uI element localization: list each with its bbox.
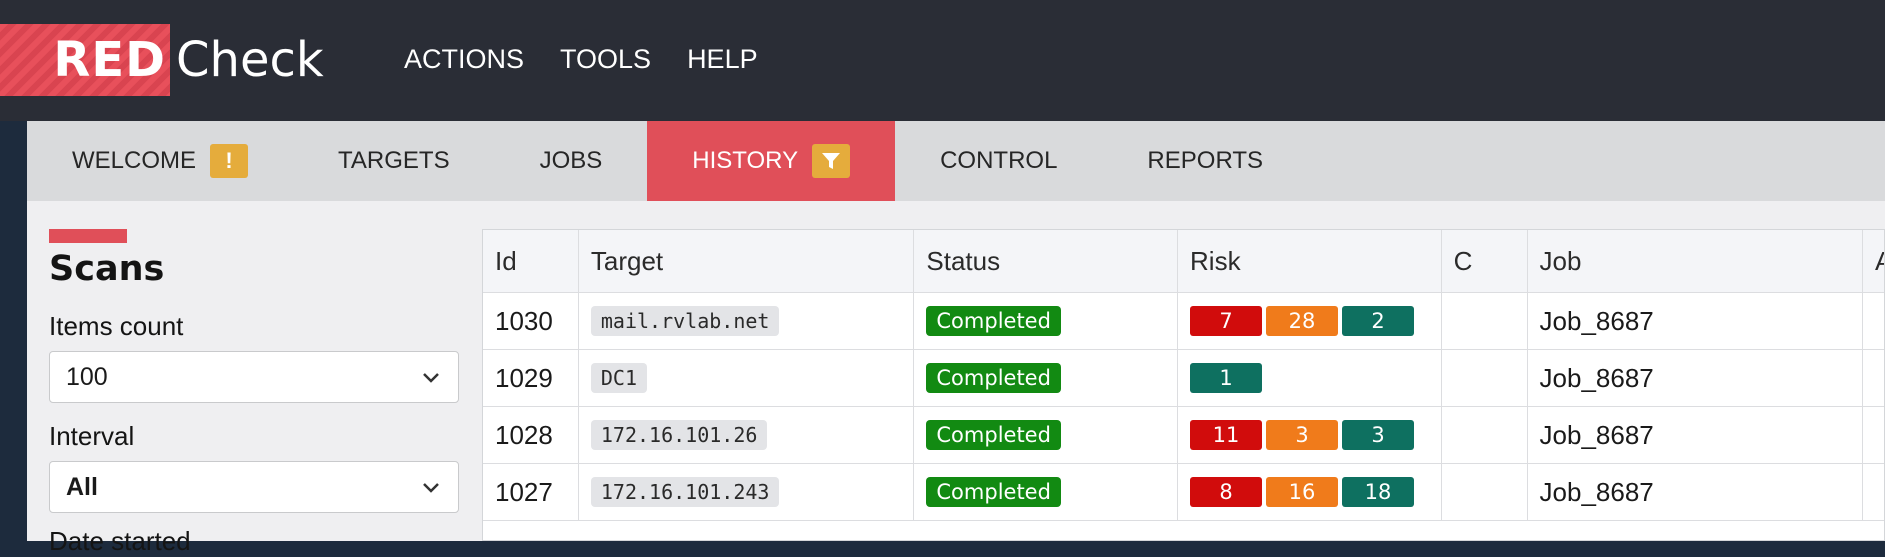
risk-high-badge: 7 [1190, 306, 1263, 336]
chevron-down-icon [423, 373, 439, 383]
row-extra [1863, 293, 1884, 349]
main-menu: ACTIONS TOOLS HELP [404, 44, 758, 75]
logo-red-part: RED [0, 24, 170, 96]
risk-low-badge: 18 [1342, 477, 1415, 507]
risk-badges: 1 [1190, 363, 1263, 393]
tab-jobs-label: JOBS [539, 147, 603, 174]
warning-badge: ! [210, 144, 249, 178]
column-header-id[interactable]: Id [483, 230, 579, 292]
target-chip[interactable]: 172.16.101.243 [590, 477, 780, 507]
row-c [1442, 464, 1528, 520]
tab-history-label: HISTORY [692, 147, 799, 174]
row-job: Job_8687 [1528, 464, 1864, 520]
column-header-c[interactable]: C [1442, 230, 1528, 292]
status-badge: Completed [926, 420, 1061, 450]
column-header-risk[interactable]: Risk [1178, 230, 1442, 292]
table-row[interactable]: 1029 DC1 Completed 1 Job_8687 [483, 350, 1884, 407]
target-chip[interactable]: 172.16.101.26 [590, 420, 768, 450]
date-started-label: Date started [49, 526, 191, 556]
row-risk: 1 [1178, 350, 1442, 406]
status-badge: Completed [926, 477, 1061, 507]
logo-check-part: Check [176, 32, 324, 88]
row-risk: 8 16 18 [1178, 464, 1442, 520]
row-c [1442, 350, 1528, 406]
row-status: Completed [914, 407, 1179, 463]
interval-select[interactable]: All [49, 461, 459, 513]
tab-history[interactable]: HISTORY [647, 121, 896, 201]
risk-badges: 8 16 18 [1190, 477, 1415, 507]
app-logo[interactable]: RED Check [0, 24, 324, 96]
table-row[interactable]: 1030 mail.rvlab.net Completed 7 28 2 Job… [483, 293, 1884, 350]
risk-high-badge: 11 [1190, 420, 1263, 450]
target-chip[interactable]: mail.rvlab.net [590, 306, 780, 336]
row-id: 1028 [483, 407, 579, 463]
row-extra [1863, 407, 1884, 463]
row-id: 1030 [483, 293, 579, 349]
column-header-target[interactable]: Target [579, 230, 915, 292]
risk-badges: 7 28 2 [1190, 306, 1415, 336]
risk-medium-badge: 28 [1266, 306, 1339, 336]
row-job: Job_8687 [1528, 293, 1864, 349]
tab-reports-label: REPORTS [1147, 147, 1264, 174]
menu-tools[interactable]: TOOLS [560, 44, 651, 75]
tab-bar: WELCOME ! TARGETS JOBS HISTORY CONTROL R… [27, 121, 1885, 201]
row-status: Completed [914, 350, 1179, 406]
table-row[interactable]: 1027 172.16.101.243 Completed 8 16 18 Jo… [483, 464, 1884, 521]
row-extra [1863, 350, 1884, 406]
row-risk: 11 3 3 [1178, 407, 1442, 463]
menu-help[interactable]: HELP [687, 44, 758, 75]
row-target: mail.rvlab.net [579, 293, 915, 349]
top-bar: RED Check ACTIONS TOOLS HELP [0, 0, 1885, 121]
interval-value: All [66, 472, 98, 501]
row-status: Completed [914, 293, 1179, 349]
tab-reports[interactable]: REPORTS [1102, 121, 1308, 201]
row-c [1442, 407, 1528, 463]
target-chip[interactable]: DC1 [590, 363, 647, 393]
interval-label: Interval [49, 421, 135, 451]
tab-welcome-label: WELCOME [72, 147, 197, 174]
risk-high-badge: 8 [1190, 477, 1263, 507]
content-area: Scans Items count 100 Interval All Date … [27, 201, 1885, 556]
row-id: 1027 [483, 464, 579, 520]
row-target: 172.16.101.243 [579, 464, 915, 520]
row-id: 1029 [483, 350, 579, 406]
status-badge: Completed [926, 363, 1061, 393]
risk-badges: 11 3 3 [1190, 420, 1415, 450]
row-extra [1863, 464, 1884, 520]
row-job: Job_8687 [1528, 407, 1864, 463]
items-count-value: 100 [66, 362, 108, 391]
status-badge: Completed [926, 306, 1061, 336]
section-accent-bar [49, 229, 127, 243]
tab-welcome[interactable]: WELCOME ! [27, 121, 293, 201]
row-risk: 7 28 2 [1178, 293, 1442, 349]
column-header-extra[interactable]: A [1863, 230, 1884, 292]
table-header: Id Target Status Risk C Job A [483, 230, 1884, 293]
chevron-down-icon [423, 483, 439, 493]
menu-actions[interactable]: ACTIONS [404, 44, 524, 75]
table-row[interactable]: 1028 172.16.101.26 Completed 11 3 3 Job_… [483, 407, 1884, 464]
tab-targets-label: TARGETS [338, 147, 450, 174]
filter-icon[interactable] [812, 144, 851, 178]
risk-low-badge: 2 [1342, 306, 1415, 336]
row-job: Job_8687 [1528, 350, 1864, 406]
scans-title: Scans [49, 249, 165, 289]
row-target: DC1 [579, 350, 915, 406]
tab-control[interactable]: CONTROL [895, 121, 1102, 201]
risk-low-badge: 3 [1342, 420, 1415, 450]
tab-targets[interactable]: TARGETS [293, 121, 495, 201]
tab-control-label: CONTROL [940, 147, 1058, 174]
column-header-job[interactable]: Job [1528, 230, 1864, 292]
row-target: 172.16.101.26 [579, 407, 915, 463]
items-count-label: Items count [49, 311, 184, 341]
items-count-select[interactable]: 100 [49, 351, 459, 403]
risk-medium-badge: 3 [1266, 420, 1339, 450]
risk-medium-badge: 16 [1266, 477, 1339, 507]
scans-table: Id Target Status Risk C Job A 1030 mail.… [482, 229, 1885, 541]
row-status: Completed [914, 464, 1179, 520]
tab-jobs[interactable]: JOBS [495, 121, 648, 201]
column-header-status[interactable]: Status [914, 230, 1179, 292]
row-c [1442, 293, 1528, 349]
risk-low-badge: 1 [1190, 363, 1263, 393]
